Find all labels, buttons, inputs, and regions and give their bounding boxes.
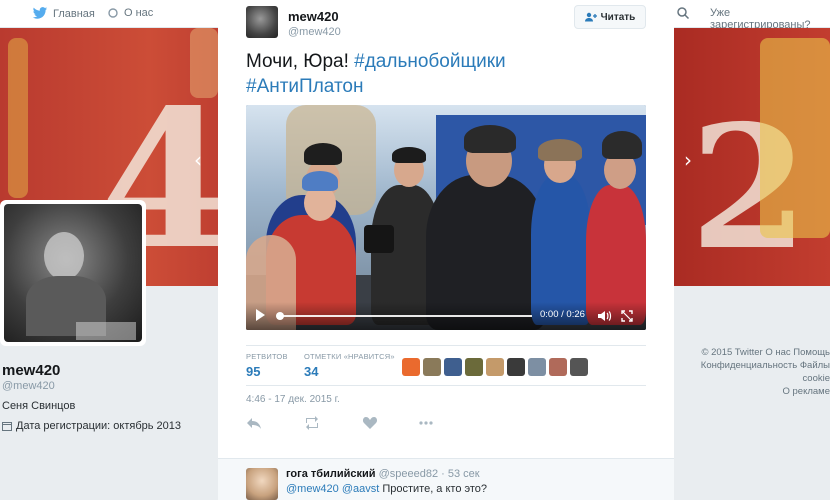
- like-heart-icon[interactable]: [362, 416, 378, 430]
- follow-button[interactable]: Читать: [574, 5, 646, 29]
- profile-joined-text: Дата регистрации: октябрь 2013: [16, 420, 182, 432]
- follow-button-label: Читать: [600, 11, 636, 23]
- profile-name[interactable]: mew420: [2, 362, 60, 379]
- likers-avatars: [402, 358, 588, 376]
- tweet-author-avatar[interactable]: [246, 6, 278, 38]
- retweets-label: РЕТВИТОВ: [246, 352, 288, 361]
- reply-author[interactable]: гога тбилийский @speeed82 · 53 сек: [286, 468, 480, 480]
- hashtag-link[interactable]: #АнтиПлатон: [246, 76, 364, 97]
- retweet-icon[interactable]: [304, 416, 320, 430]
- profile-real-name: Сеня Свинцов: [2, 400, 76, 412]
- nav-home-label: Главная: [53, 7, 95, 20]
- footer-link[interactable]: Помощь: [793, 347, 830, 358]
- liker-avatar[interactable]: [486, 358, 504, 376]
- banner-next-icon[interactable]: ›: [684, 148, 692, 172]
- liker-avatar[interactable]: [444, 358, 462, 376]
- reply-tweet[interactable]: гога тбилийский @speeed82 · 53 сек @mew4…: [218, 458, 674, 500]
- footer-link[interactable]: Файлы cookie: [800, 360, 830, 384]
- tweet-modal: mew420 @mew420 Читать Мочи, Юра! #дально…: [218, 0, 674, 500]
- liker-avatar[interactable]: [507, 358, 525, 376]
- liker-avatar[interactable]: [528, 358, 546, 376]
- reply-text: @mew420 @aavst Простите, а кто это?: [286, 483, 488, 495]
- nav-home[interactable]: Главная: [32, 7, 95, 20]
- video-progress-bar[interactable]: [278, 315, 532, 317]
- footer-link[interactable]: Конфиденциальность: [701, 360, 797, 371]
- banner-prev-icon[interactable]: ‹: [194, 148, 202, 172]
- tweet-date[interactable]: 4:46 - 17 дек. 2015 г.: [246, 394, 340, 405]
- tweet-text: Мочи, Юра! #дальнобойщики #АнтиПлатон: [246, 51, 506, 97]
- footer-links: © 2015 Twitter О нас Помощь Конфиденциал…: [700, 346, 830, 398]
- liker-avatar[interactable]: [423, 358, 441, 376]
- fullscreen-icon[interactable]: [621, 310, 633, 322]
- profile-avatar[interactable]: [0, 200, 146, 346]
- volume-icon[interactable]: [598, 310, 612, 322]
- profile-handle[interactable]: @mew420: [2, 380, 55, 392]
- likes-label: ОТМЕТКИ «НРАВИТСЯ»: [304, 352, 395, 361]
- liker-avatar[interactable]: [570, 358, 588, 376]
- retweets-count[interactable]: 95: [246, 364, 260, 379]
- mention-link[interactable]: @mew420: [286, 483, 339, 495]
- tweet-actions: [246, 414, 646, 434]
- more-options-icon[interactable]: [418, 416, 434, 430]
- calendar-icon: [2, 422, 12, 431]
- video-controls: 0:00 / 0:26: [246, 302, 646, 330]
- search-icon[interactable]: [676, 6, 690, 20]
- footer-link[interactable]: О рекламе: [783, 386, 830, 397]
- footer-link[interactable]: О нас: [765, 347, 790, 358]
- reply-author-handle[interactable]: @speeed82: [379, 468, 439, 480]
- twitter-small-icon: [108, 8, 118, 18]
- nav-about-label: О нас: [124, 7, 154, 19]
- footer-link[interactable]: © 2015 Twitter: [701, 347, 762, 358]
- reply-icon[interactable]: [246, 416, 262, 430]
- video-scrubber-handle[interactable]: [276, 312, 284, 320]
- reply-author-name[interactable]: гога тбилийский: [286, 468, 376, 480]
- tweet-author-handle[interactable]: @mew420: [288, 26, 341, 38]
- twitter-bird-icon: [32, 7, 48, 19]
- add-user-icon: [584, 12, 597, 22]
- likes-count[interactable]: 34: [304, 364, 318, 379]
- liker-avatar[interactable]: [465, 358, 483, 376]
- video-time: 0:00 / 0:26: [540, 309, 585, 320]
- liker-avatar[interactable]: [402, 358, 420, 376]
- nav-about[interactable]: О нас: [107, 7, 153, 19]
- hashtag-link[interactable]: #дальнобойщики: [354, 51, 506, 72]
- video-player[interactable]: 0:00 / 0:26: [246, 105, 646, 330]
- profile-joined: Дата регистрации: октябрь 2013: [2, 420, 181, 432]
- reply-author-avatar[interactable]: [246, 468, 278, 500]
- mention-link[interactable]: @aavst: [342, 483, 379, 495]
- tweet-author-name[interactable]: mew420: [288, 9, 339, 24]
- reply-time[interactable]: · 53 сек: [441, 468, 479, 480]
- play-icon[interactable]: [256, 309, 265, 321]
- liker-avatar[interactable]: [549, 358, 567, 376]
